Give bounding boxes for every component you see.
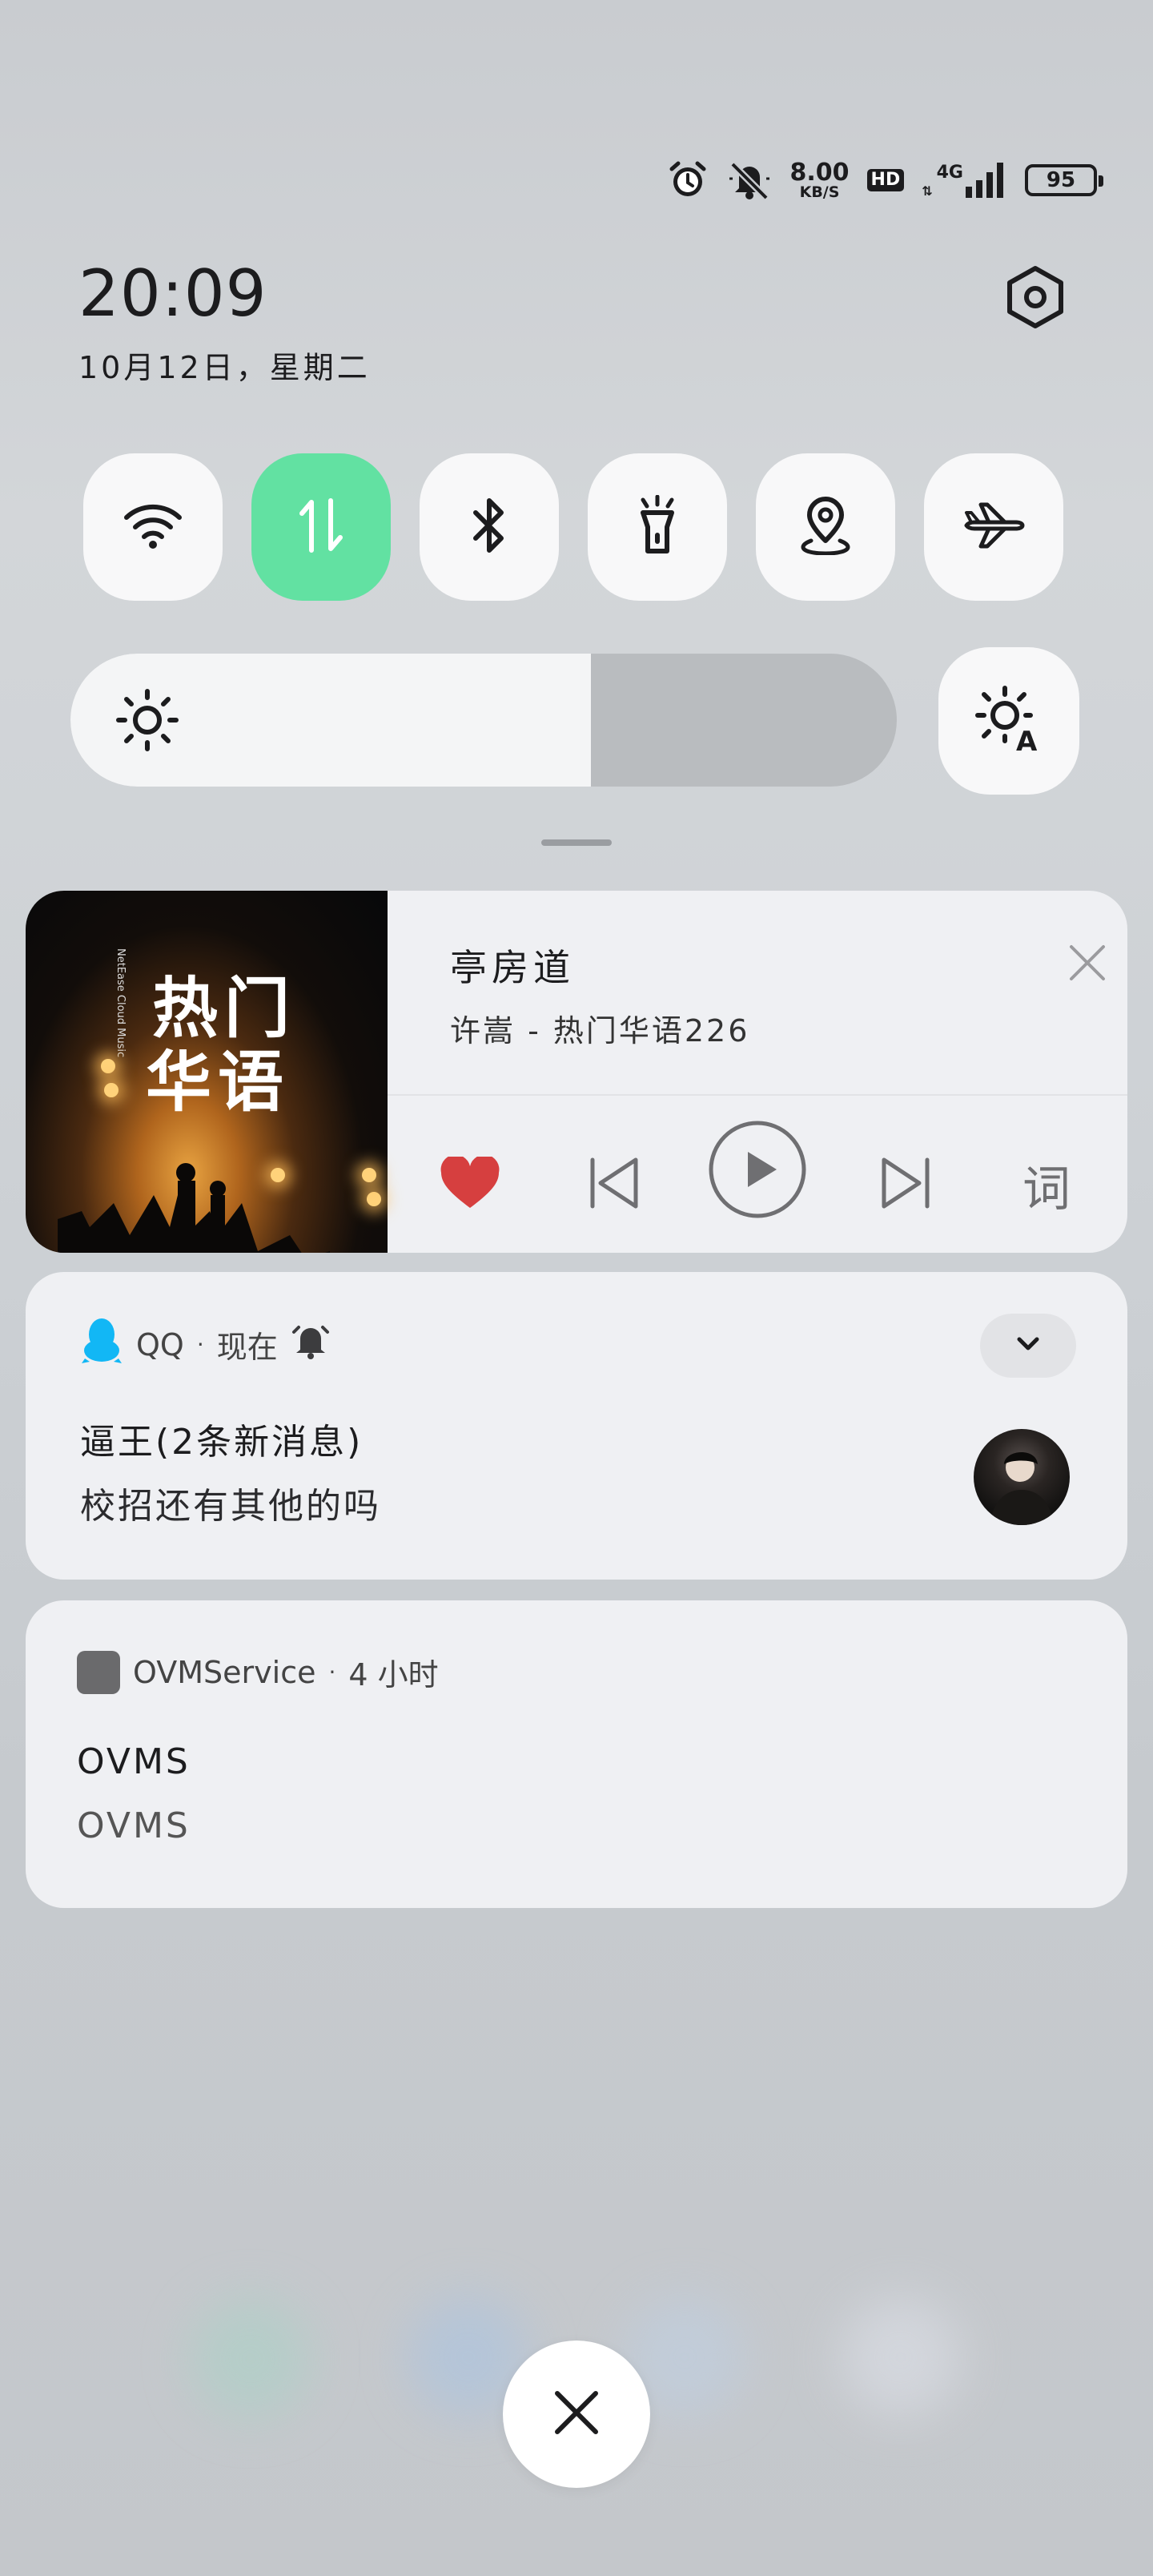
skip-back-icon (586, 1155, 642, 1214)
wifi-toggle[interactable] (83, 453, 223, 601)
close-icon (1063, 945, 1111, 990)
band-silhouette (58, 1163, 330, 1253)
network-speed-value: 8.00 (789, 158, 850, 187)
message-body: 校招还有其他的吗 (80, 1486, 381, 1527)
date-label: 10月12日，星期二 (78, 350, 371, 385)
stage-light (367, 1192, 381, 1206)
separator-dot: · (328, 1659, 336, 1685)
mute-icon (726, 159, 773, 201)
location-icon (800, 496, 851, 558)
status-bar: 8.00 KB/S HD ⇅ 4G 95 (667, 152, 1103, 208)
message-title: OVMS (77, 1741, 191, 1782)
stage-light (104, 1083, 119, 1097)
notification-header: OVMService · 4 小时 (77, 1650, 439, 1694)
network-speed: 8.00 KB/S (789, 158, 850, 201)
clear-all-button[interactable] (503, 2341, 650, 2488)
close-icon (552, 2389, 601, 2440)
ovmservice-notification-card[interactable]: OVMService · 4 小时 OVMS OVMS (26, 1600, 1127, 1908)
location-toggle[interactable] (756, 453, 895, 601)
qq-penguin-icon (80, 1317, 123, 1372)
settings-button[interactable] (1001, 264, 1070, 333)
airplane-icon (962, 501, 1026, 553)
next-track-button[interactable] (862, 1149, 950, 1221)
flashlight-icon (635, 494, 680, 559)
message-title: 逼王(2条新消息) (80, 1422, 364, 1463)
data-arrows-icon (297, 497, 345, 557)
music-player-card[interactable]: NetEase Cloud Music 热门 华语 亭房道 许嵩 - 热门华语2… (26, 891, 1127, 1253)
lyrics-label: 词 (1022, 1161, 1071, 1218)
sun-icon (115, 688, 179, 755)
stage-light (101, 1059, 115, 1073)
brightness-slider[interactable] (70, 654, 897, 787)
quick-toggles (83, 453, 1063, 601)
battery-level: 95 (1046, 168, 1076, 192)
notification-header: QQ · 现在 (80, 1317, 331, 1372)
auto-brightness-button[interactable]: A (938, 647, 1079, 795)
svg-text:A: A (1016, 726, 1038, 754)
expand-button[interactable] (980, 1314, 1076, 1378)
airplane-toggle[interactable] (924, 453, 1063, 601)
hd-badge: HD (866, 169, 905, 191)
app-icon (77, 1650, 120, 1694)
auto-brightness-icon: A (974, 685, 1043, 758)
separator-dot: · (196, 1331, 204, 1358)
panel-drag-handle[interactable] (541, 839, 612, 846)
flashlight-toggle[interactable] (588, 453, 727, 601)
play-icon (708, 1120, 807, 1222)
song-artist: 许嵩 - 热门华语226 (450, 1013, 750, 1049)
message-body: OVMS (77, 1805, 191, 1846)
qq-notification-card[interactable]: QQ · 现在 逼王(2条新消息) 校招还有其他的吗 (26, 1272, 1127, 1580)
clock-time: 20:09 (78, 256, 267, 331)
skip-forward-icon (878, 1155, 934, 1214)
music-close-button[interactable] (1063, 939, 1111, 987)
network-type: 4G (936, 163, 963, 183)
app-name: QQ (136, 1326, 184, 1362)
signal-icon: ⇅ 4G (922, 163, 1007, 198)
play-button[interactable] (708, 1121, 807, 1221)
music-divider (388, 1094, 1127, 1096)
stage-light (362, 1168, 376, 1182)
bell-icon (291, 1321, 331, 1368)
notification-time: 现在 (216, 1330, 278, 1365)
blurred-dock-blob (841, 2297, 961, 2417)
lyrics-button[interactable]: 词 (1002, 1149, 1091, 1221)
album-small-text: NetEase Cloud Music (114, 948, 127, 1058)
bluetooth-toggle[interactable] (420, 453, 559, 601)
gear-icon (1005, 265, 1066, 332)
wifi-icon (123, 501, 183, 553)
network-speed-unit: KB/S (799, 183, 840, 201)
previous-track-button[interactable] (570, 1149, 658, 1221)
battery-indicator: 95 (1025, 164, 1103, 196)
chevron-down-icon (1016, 1336, 1040, 1355)
avatar (974, 1429, 1070, 1525)
alarm-icon (667, 159, 709, 201)
heart-icon (440, 1154, 500, 1213)
like-button[interactable] (426, 1149, 514, 1221)
blurred-dock-blob (191, 2299, 311, 2419)
album-title-line2: 华语 (146, 1044, 291, 1121)
notification-time: 4 小时 (348, 1657, 439, 1693)
mobile-data-toggle[interactable] (251, 453, 391, 601)
app-name: OVMService (133, 1654, 316, 1690)
album-art[interactable]: NetEase Cloud Music 热门 华语 (26, 891, 388, 1253)
bluetooth-icon (469, 497, 509, 557)
song-title: 亭房道 (450, 946, 575, 989)
